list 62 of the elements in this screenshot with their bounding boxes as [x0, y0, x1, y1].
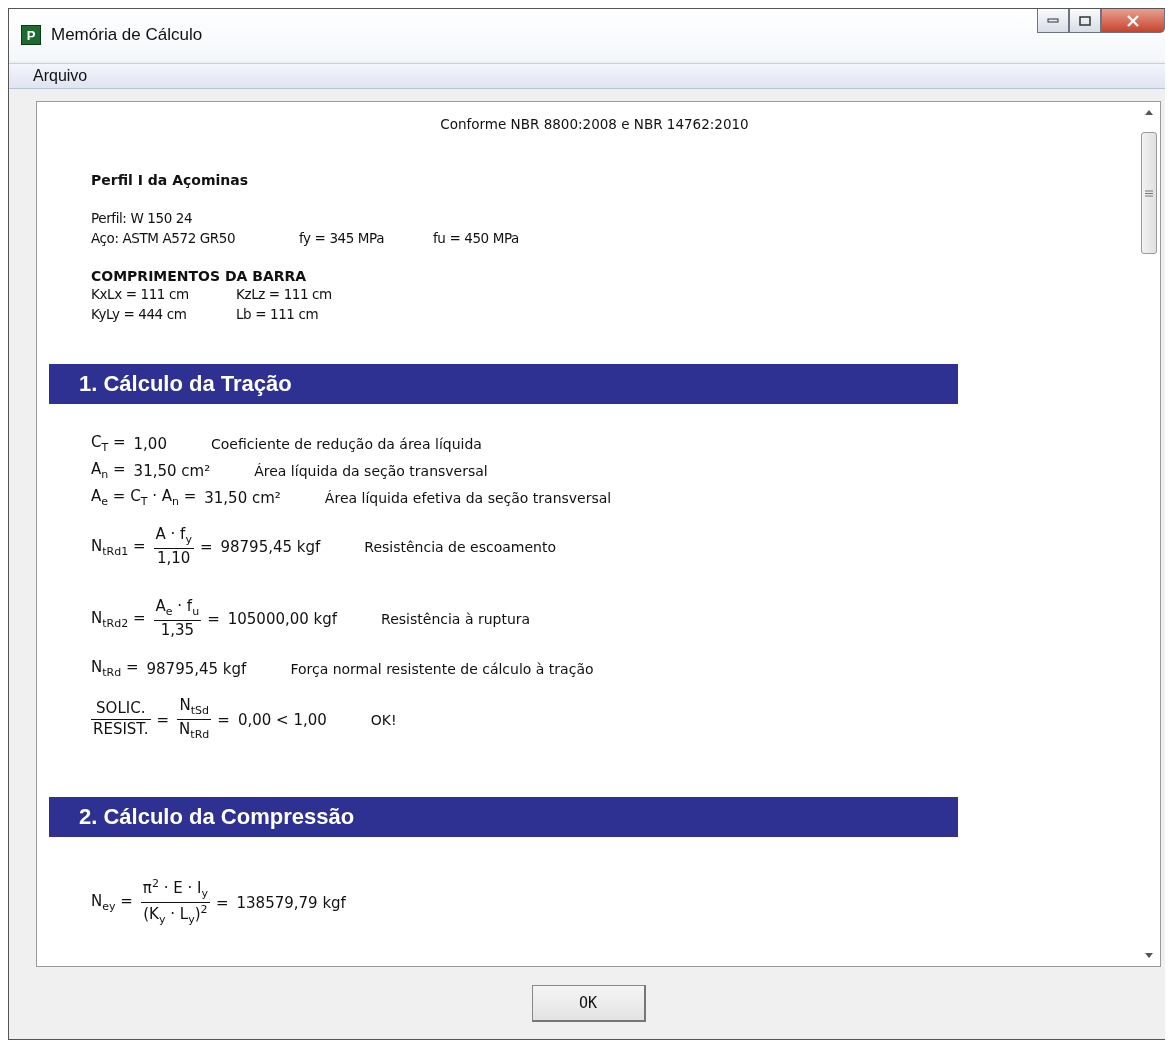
profile-title: Perfil I da Açominas: [91, 172, 250, 188]
formula-description: Resistência de escoamento: [364, 539, 556, 555]
numerator: A · f$_{y}$: [154, 525, 193, 548]
profile-info: fu = 450 MPa: [433, 229, 520, 248]
denominator: 1,35: [159, 621, 196, 641]
formula-text: N$_{tRd2}$ =: [91, 608, 146, 630]
app-icon: P: [21, 25, 41, 45]
maximize-icon: [1079, 15, 1091, 26]
formula-text: 105000,00 kgf: [227, 610, 338, 628]
formula-description: Resistência à ruptura: [381, 611, 531, 627]
formula-text: =: [217, 710, 230, 729]
formula-text: 31,50 cm²: [133, 461, 211, 480]
length-value: KyLy = 444 cm: [91, 305, 188, 324]
formula-text: =: [156, 710, 170, 729]
formula-description: OK!: [370, 711, 397, 728]
window-title: Memória de Cálculo: [51, 25, 204, 45]
section-header: 2. Cálculo da Compressão: [49, 797, 958, 837]
formula-text: =: [207, 610, 220, 628]
formula-text: 0,00 < 1,00: [237, 710, 327, 729]
formula-text: =: [199, 538, 213, 556]
profile-info: Aço: ASTM A572 GR50: [91, 229, 237, 248]
profile-info: Perfil: W 150 24: [91, 209, 194, 228]
formula-text: C$_{T}$ =: [91, 433, 126, 454]
close-icon: [1126, 14, 1140, 27]
scrollbar-thumb[interactable]: [1141, 132, 1157, 254]
norm-reference: Conforme NBR 8800:2008 e NBR 14762:2010: [439, 116, 750, 132]
formula-text: 1,00: [133, 434, 167, 453]
denominator: (K$_{y}$ · L$_{y}$)$^{2}$: [142, 903, 209, 928]
formula-description: Força normal resistente de cálculo à tração: [290, 660, 594, 677]
formula-text: 31,50 cm²: [204, 488, 281, 507]
formula-text: A$_{n}$ =: [91, 460, 126, 481]
minimize-icon: [1047, 17, 1059, 24]
ok-button[interactable]: OK: [531, 984, 646, 1022]
section-header: 1. Cálculo da Tração: [49, 364, 958, 404]
grip-icon: [1145, 189, 1153, 197]
maximize-button[interactable]: [1069, 9, 1101, 33]
profile-info: fy = 345 MPa: [299, 229, 386, 248]
formula-text: N$_{ey}$ =: [91, 892, 133, 913]
denominator: 1,10: [156, 549, 192, 569]
formula-text: 98795,45 kgf: [220, 538, 321, 556]
length-value: KxLx = 111 cm: [91, 285, 190, 304]
formula-description: Área líquida da seção transversal: [254, 462, 488, 479]
formula-text: 98795,45 kgf: [146, 659, 247, 678]
denominator: RESIST.: [92, 720, 150, 740]
lengths-title: COMPRIMENTOS DA BARRA: [91, 268, 308, 284]
length-value: Lb = 111 cm: [236, 305, 319, 324]
minimize-button[interactable]: [1037, 9, 1069, 33]
formula-description: Coeficiente de redução da área líquida: [210, 435, 482, 452]
denominator: N$_{tRd}$: [178, 720, 211, 743]
length-value: KzLz = 111 cm: [236, 285, 332, 304]
formula-text: N$_{tRd}$ =: [91, 658, 139, 679]
formula-text: =: [215, 893, 229, 912]
menu-item[interactable]: Arquivo: [33, 67, 88, 85]
numerator: A$_{e}$ · f$_{u}$: [154, 597, 201, 620]
numerator: π$^{2}$ · E · I$_{y}$: [141, 877, 209, 902]
numerator: SOLIC.: [95, 699, 147, 719]
numerator: N$_{tSd}$: [178, 696, 210, 719]
formula-text: A$_{e}$ = C$_{T}$ · A$_{n}$ =: [91, 487, 197, 508]
formula-description: Área líquida efetiva da seção transversal: [324, 489, 612, 506]
close-button[interactable]: [1101, 9, 1165, 33]
formula-text: N$_{tRd1}$ =: [91, 536, 146, 558]
formula-text: 138579,79 kgf: [236, 893, 346, 912]
